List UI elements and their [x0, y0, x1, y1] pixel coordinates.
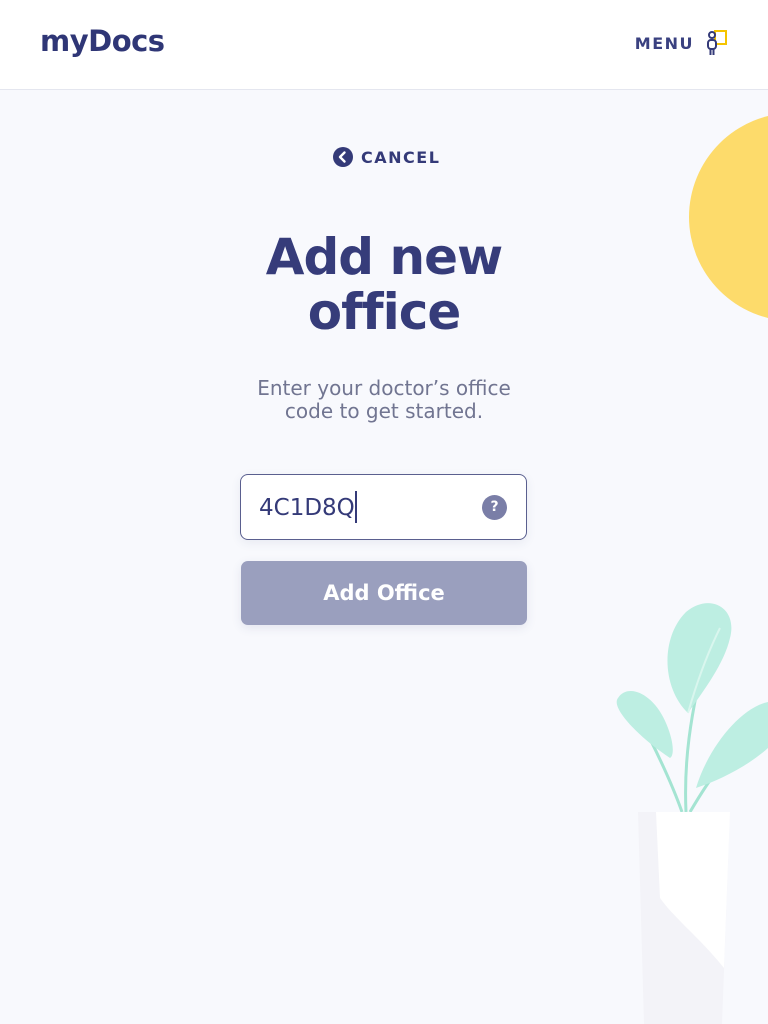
- person-screen-icon: [707, 30, 727, 55]
- menu-button[interactable]: MENU: [635, 28, 730, 58]
- menu-label: MENU: [634, 33, 694, 53]
- cancel-link[interactable]: CANCEL: [333, 146, 440, 168]
- top-header: myDocs MENU: [0, 0, 768, 90]
- subtitle-line1: Enter your doctor’s office: [257, 376, 511, 400]
- sun-decoration: [689, 113, 768, 321]
- mydocs-logo[interactable]: myDocs: [40, 24, 165, 58]
- text-caret: [355, 491, 357, 523]
- plant-illustration: [616, 603, 768, 1024]
- subtitle-line2: code to get started.: [284, 399, 484, 423]
- office-code-input[interactable]: [259, 491, 459, 525]
- page-title-line2: office: [307, 283, 462, 341]
- office-code-field: ?: [240, 474, 527, 540]
- add-office-button[interactable]: Add Office: [241, 561, 527, 625]
- cancel-label: CANCEL: [361, 147, 441, 167]
- chevron-left-circle-icon: [333, 147, 353, 167]
- help-icon[interactable]: ?: [482, 495, 507, 520]
- add-office-page: myDocs MENU CANCEL Add new office Enter …: [0, 0, 768, 1024]
- page-title-line1: Add new: [265, 228, 503, 286]
- page-title: Add new office: [184, 230, 584, 340]
- page-subtitle: Enter your doctor’s office code to get s…: [224, 377, 544, 423]
